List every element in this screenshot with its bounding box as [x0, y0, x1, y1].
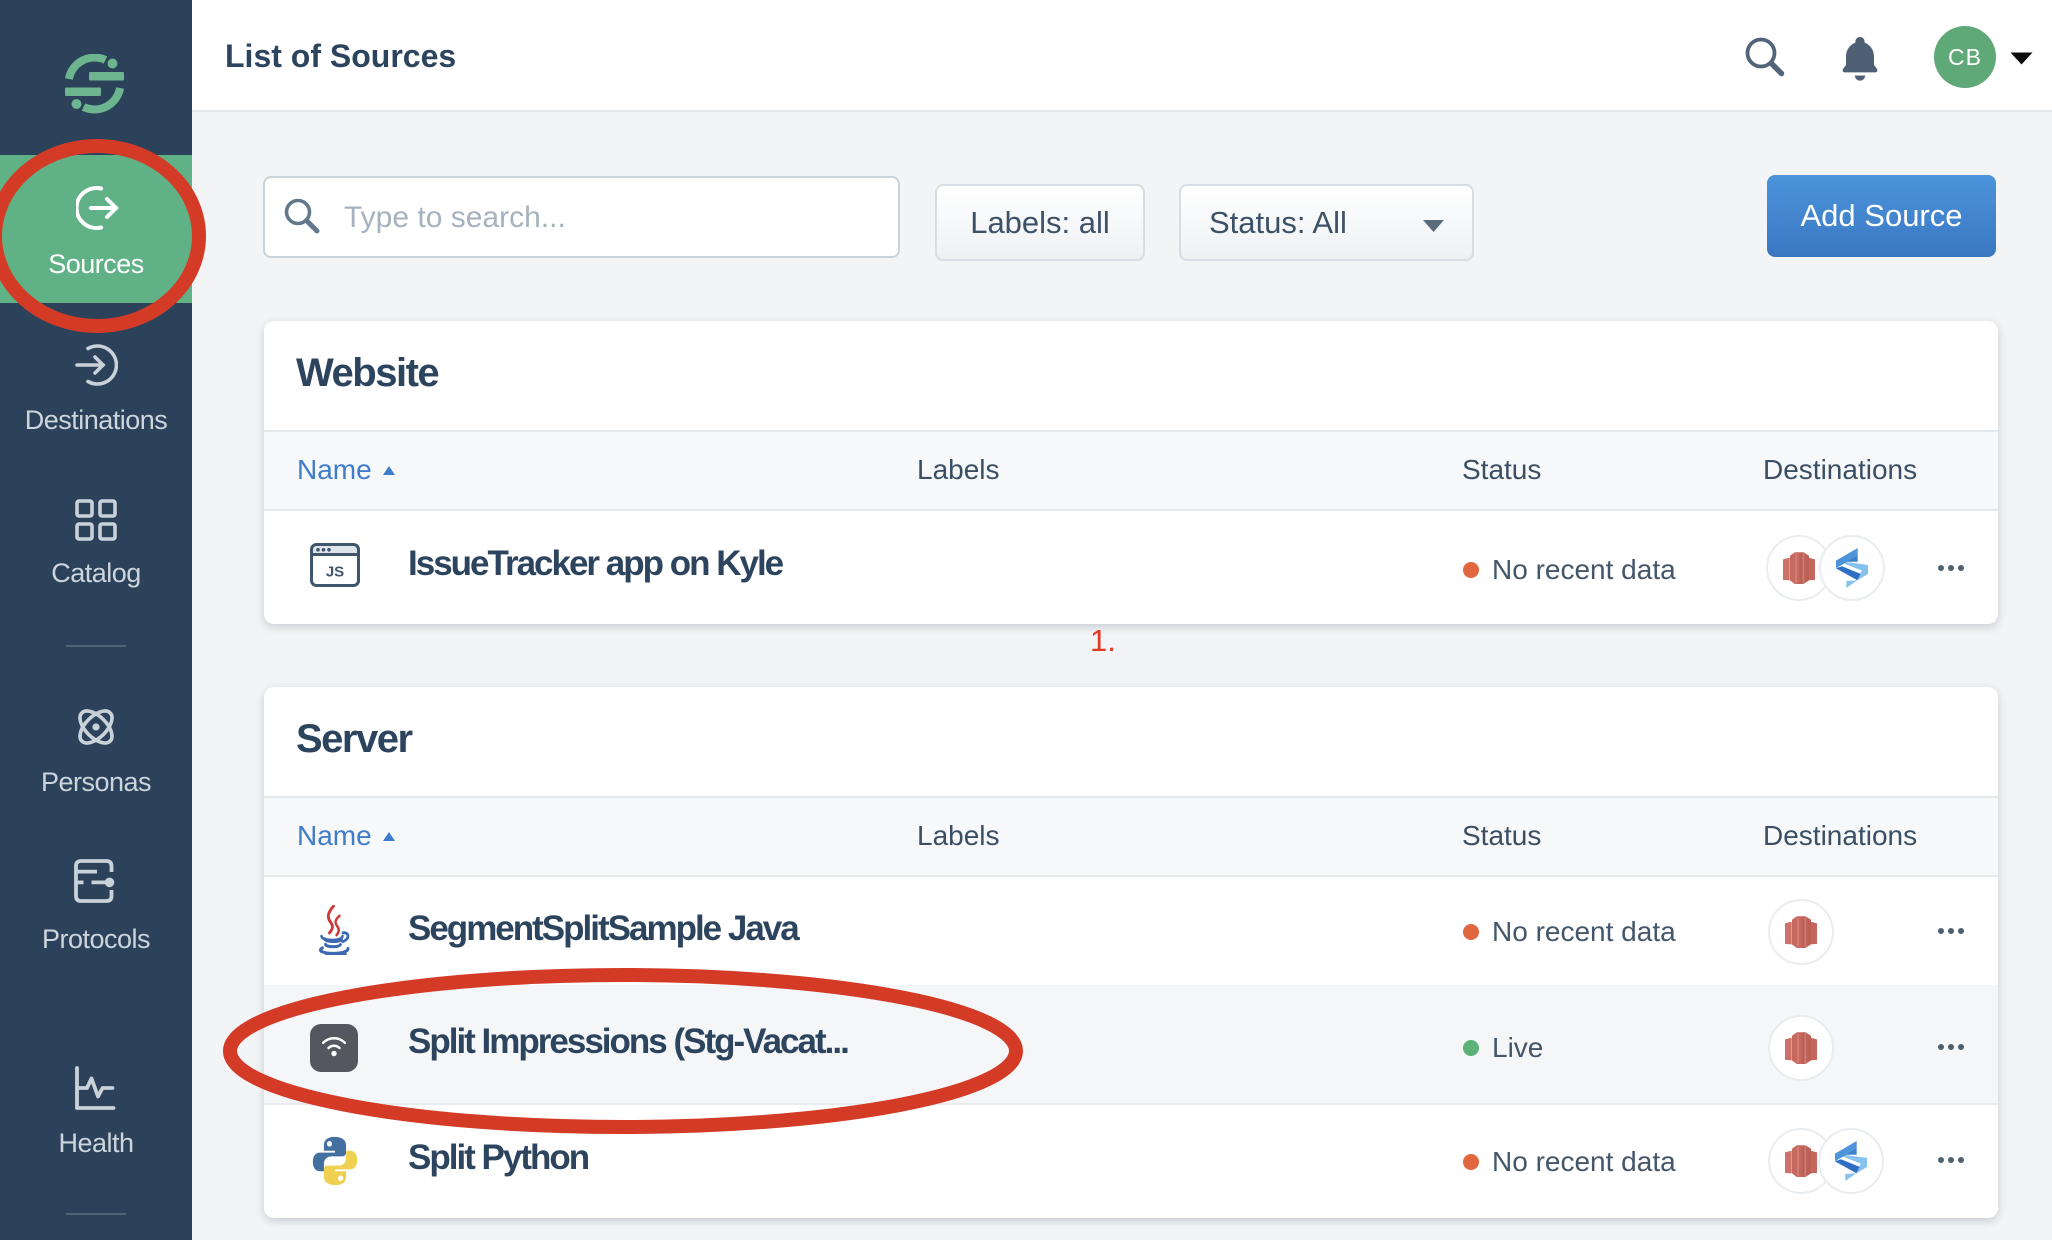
svg-text:JS: JS [326, 564, 344, 581]
